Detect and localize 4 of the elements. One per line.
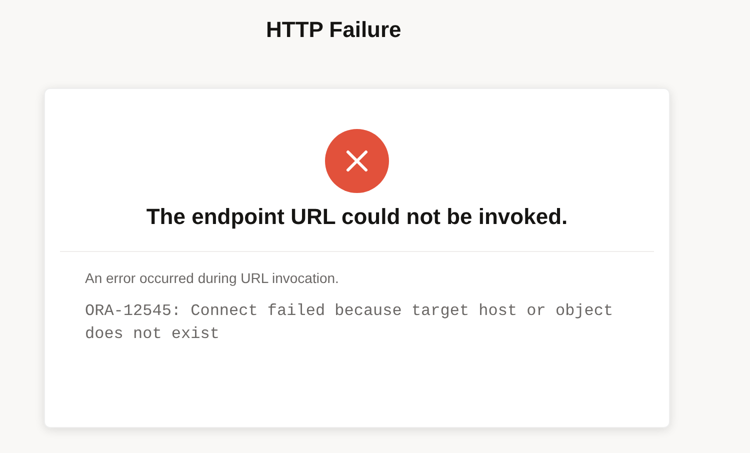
page-title: HTTP Failure xyxy=(266,16,402,44)
error-message: An error occurred during URL invocation. xyxy=(85,270,339,286)
error-detail: ORA-12545: Connect failed because target host or object does not exist xyxy=(85,301,614,345)
dialog-heading: The endpoint URL could not be invoked. xyxy=(146,203,568,231)
